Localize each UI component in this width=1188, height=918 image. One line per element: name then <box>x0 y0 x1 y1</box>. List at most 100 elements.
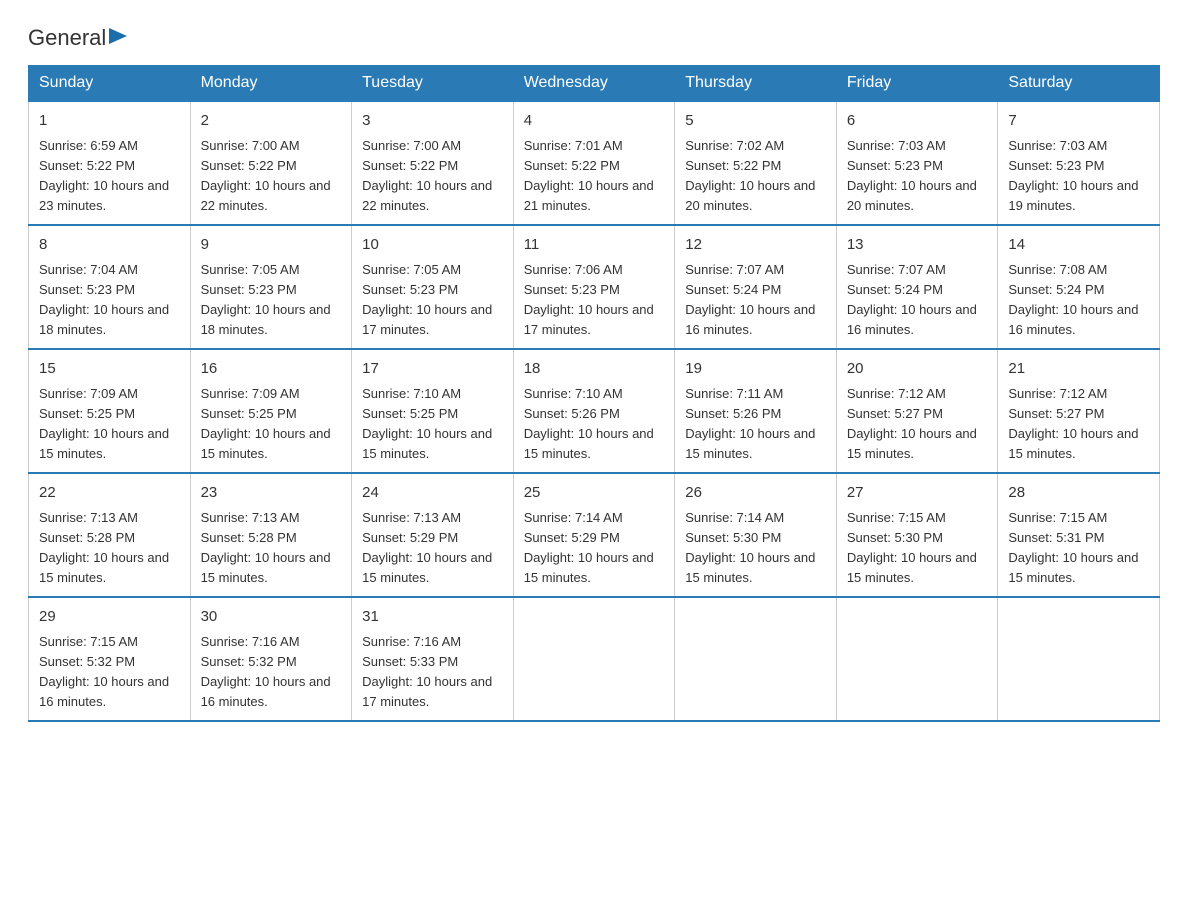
day-info: Sunrise: 7:05 AMSunset: 5:23 PMDaylight:… <box>362 260 503 341</box>
day-info: Sunrise: 7:16 AMSunset: 5:33 PMDaylight:… <box>362 632 503 713</box>
day-info: Sunrise: 7:16 AMSunset: 5:32 PMDaylight:… <box>201 632 342 713</box>
day-number: 8 <box>39 234 180 257</box>
calendar-cell: 27 Sunrise: 7:15 AMSunset: 5:30 PMDayligh… <box>836 473 998 597</box>
calendar-cell: 9 Sunrise: 7:05 AMSunset: 5:23 PMDaylight… <box>190 225 352 349</box>
day-number: 10 <box>362 234 503 257</box>
day-info: Sunrise: 7:07 AMSunset: 5:24 PMDaylight:… <box>685 260 826 341</box>
calendar-cell: 28 Sunrise: 7:15 AMSunset: 5:31 PMDayligh… <box>998 473 1160 597</box>
calendar-header-thursday: Thursday <box>675 66 837 102</box>
calendar-week-row: 15Sunrise: 7:09 AMSunset: 5:25 PMDayligh… <box>29 349 1160 473</box>
calendar-cell: 18 Sunrise: 7:10 AMSunset: 5:26 PMDayligh… <box>513 349 675 473</box>
day-info: Sunrise: 7:15 AMSunset: 5:32 PMDaylight:… <box>39 632 180 713</box>
day-number: 11 <box>524 234 665 257</box>
calendar-cell: 6 Sunrise: 7:03 AMSunset: 5:23 PMDaylight… <box>836 101 998 225</box>
day-info: Sunrise: 7:02 AMSunset: 5:22 PMDaylight:… <box>685 136 826 217</box>
day-info: Sunrise: 7:03 AMSunset: 5:23 PMDaylight:… <box>847 136 988 217</box>
day-number: 9 <box>201 234 342 257</box>
day-number: 30 <box>201 606 342 629</box>
day-info: Sunrise: 7:04 AMSunset: 5:23 PMDaylight:… <box>39 260 180 341</box>
calendar-cell: 8 Sunrise: 7:04 AMSunset: 5:23 PMDaylight… <box>29 225 191 349</box>
calendar-header-tuesday: Tuesday <box>352 66 514 102</box>
day-info: Sunrise: 6:59 AMSunset: 5:22 PMDaylight:… <box>39 136 180 217</box>
day-number: 26 <box>685 482 826 505</box>
day-info: Sunrise: 7:03 AMSunset: 5:23 PMDaylight:… <box>1008 136 1149 217</box>
calendar-cell: 3 Sunrise: 7:00 AMSunset: 5:22 PMDaylight… <box>352 101 514 225</box>
calendar-cell: 17 Sunrise: 7:10 AMSunset: 5:25 PMDayligh… <box>352 349 514 473</box>
day-number: 18 <box>524 358 665 381</box>
day-info: Sunrise: 7:12 AMSunset: 5:27 PMDaylight:… <box>1008 384 1149 465</box>
calendar-cell: 1 Sunrise: 6:59 AMSunset: 5:22 PMDaylight… <box>29 101 191 225</box>
calendar-cell: 4 Sunrise: 7:01 AMSunset: 5:22 PMDaylight… <box>513 101 675 225</box>
calendar-table: SundayMondayTuesdayWednesdayThursdayFrid… <box>28 65 1160 722</box>
calendar-cell: 16Sunrise: 7:09 AMSunset: 5:25 PMDayligh… <box>190 349 352 473</box>
day-number: 5 <box>685 110 826 133</box>
logo-arrow-icon <box>109 26 127 46</box>
day-number: 3 <box>362 110 503 133</box>
calendar-cell: 19 Sunrise: 7:11 AMSunset: 5:26 PMDayligh… <box>675 349 837 473</box>
day-info: Sunrise: 7:10 AMSunset: 5:25 PMDaylight:… <box>362 384 503 465</box>
calendar-cell: 13Sunrise: 7:07 AMSunset: 5:24 PMDayligh… <box>836 225 998 349</box>
day-number: 25 <box>524 482 665 505</box>
day-info: Sunrise: 7:12 AMSunset: 5:27 PMDaylight:… <box>847 384 988 465</box>
day-number: 19 <box>685 358 826 381</box>
day-info: Sunrise: 7:10 AMSunset: 5:26 PMDaylight:… <box>524 384 665 465</box>
calendar-header-row: SundayMondayTuesdayWednesdayThursdayFrid… <box>29 66 1160 102</box>
calendar-cell: 10 Sunrise: 7:05 AMSunset: 5:23 PMDayligh… <box>352 225 514 349</box>
calendar-cell <box>836 597 998 721</box>
day-info: Sunrise: 7:14 AMSunset: 5:30 PMDaylight:… <box>685 508 826 589</box>
calendar-week-row: 8 Sunrise: 7:04 AMSunset: 5:23 PMDaylight… <box>29 225 1160 349</box>
calendar-cell <box>675 597 837 721</box>
calendar-cell: 24 Sunrise: 7:13 AMSunset: 5:29 PMDayligh… <box>352 473 514 597</box>
logo-general-text: General <box>28 25 106 51</box>
day-number: 27 <box>847 482 988 505</box>
calendar-week-row: 1 Sunrise: 6:59 AMSunset: 5:22 PMDaylight… <box>29 101 1160 225</box>
day-info: Sunrise: 7:00 AMSunset: 5:22 PMDaylight:… <box>362 136 503 217</box>
calendar-cell: 11 Sunrise: 7:06 AMSunset: 5:23 PMDayligh… <box>513 225 675 349</box>
day-info: Sunrise: 7:05 AMSunset: 5:23 PMDaylight:… <box>201 260 342 341</box>
calendar-cell: 14 Sunrise: 7:08 AMSunset: 5:24 PMDayligh… <box>998 225 1160 349</box>
day-number: 17 <box>362 358 503 381</box>
day-info: Sunrise: 7:11 AMSunset: 5:26 PMDaylight:… <box>685 384 826 465</box>
day-number: 1 <box>39 110 180 133</box>
day-number: 21 <box>1008 358 1149 381</box>
day-number: 22 <box>39 482 180 505</box>
day-info: Sunrise: 7:13 AMSunset: 5:28 PMDaylight:… <box>39 508 180 589</box>
day-number: 31 <box>362 606 503 629</box>
day-number: 20 <box>847 358 988 381</box>
day-number: 24 <box>362 482 503 505</box>
calendar-week-row: 22 Sunrise: 7:13 AMSunset: 5:28 PMDayligh… <box>29 473 1160 597</box>
day-number: 6 <box>847 110 988 133</box>
calendar-cell: 20 Sunrise: 7:12 AMSunset: 5:27 PMDayligh… <box>836 349 998 473</box>
calendar-week-row: 29 Sunrise: 7:15 AMSunset: 5:32 PMDayligh… <box>29 597 1160 721</box>
calendar-cell: 23 Sunrise: 7:13 AMSunset: 5:28 PMDayligh… <box>190 473 352 597</box>
calendar-cell <box>513 597 675 721</box>
day-info: Sunrise: 7:09 AMSunset: 5:25 PMDaylight:… <box>39 384 180 465</box>
day-info: Sunrise: 7:01 AMSunset: 5:22 PMDaylight:… <box>524 136 665 217</box>
calendar-cell: 7Sunrise: 7:03 AMSunset: 5:23 PMDaylight… <box>998 101 1160 225</box>
day-number: 14 <box>1008 234 1149 257</box>
calendar-cell: 22 Sunrise: 7:13 AMSunset: 5:28 PMDayligh… <box>29 473 191 597</box>
calendar-cell: 30 Sunrise: 7:16 AMSunset: 5:32 PMDayligh… <box>190 597 352 721</box>
calendar-cell: 25Sunrise: 7:14 AMSunset: 5:29 PMDayligh… <box>513 473 675 597</box>
calendar-header-sunday: Sunday <box>29 66 191 102</box>
calendar-cell: 2Sunrise: 7:00 AMSunset: 5:22 PMDaylight… <box>190 101 352 225</box>
calendar-cell: 29 Sunrise: 7:15 AMSunset: 5:32 PMDayligh… <box>29 597 191 721</box>
day-number: 13 <box>847 234 988 257</box>
calendar-cell <box>998 597 1160 721</box>
day-info: Sunrise: 7:08 AMSunset: 5:24 PMDaylight:… <box>1008 260 1149 341</box>
day-info: Sunrise: 7:06 AMSunset: 5:23 PMDaylight:… <box>524 260 665 341</box>
calendar-cell: 5 Sunrise: 7:02 AMSunset: 5:22 PMDaylight… <box>675 101 837 225</box>
day-info: Sunrise: 7:15 AMSunset: 5:30 PMDaylight:… <box>847 508 988 589</box>
day-info: Sunrise: 7:13 AMSunset: 5:29 PMDaylight:… <box>362 508 503 589</box>
day-number: 28 <box>1008 482 1149 505</box>
day-number: 29 <box>39 606 180 629</box>
calendar-header-saturday: Saturday <box>998 66 1160 102</box>
calendar-cell: 31 Sunrise: 7:16 AMSunset: 5:33 PMDayligh… <box>352 597 514 721</box>
calendar-cell: 21 Sunrise: 7:12 AMSunset: 5:27 PMDayligh… <box>998 349 1160 473</box>
day-info: Sunrise: 7:09 AMSunset: 5:25 PMDaylight:… <box>201 384 342 465</box>
day-info: Sunrise: 7:13 AMSunset: 5:28 PMDaylight:… <box>201 508 342 589</box>
day-info: Sunrise: 7:15 AMSunset: 5:31 PMDaylight:… <box>1008 508 1149 589</box>
calendar-header-monday: Monday <box>190 66 352 102</box>
day-number: 4 <box>524 110 665 133</box>
day-number: 23 <box>201 482 342 505</box>
